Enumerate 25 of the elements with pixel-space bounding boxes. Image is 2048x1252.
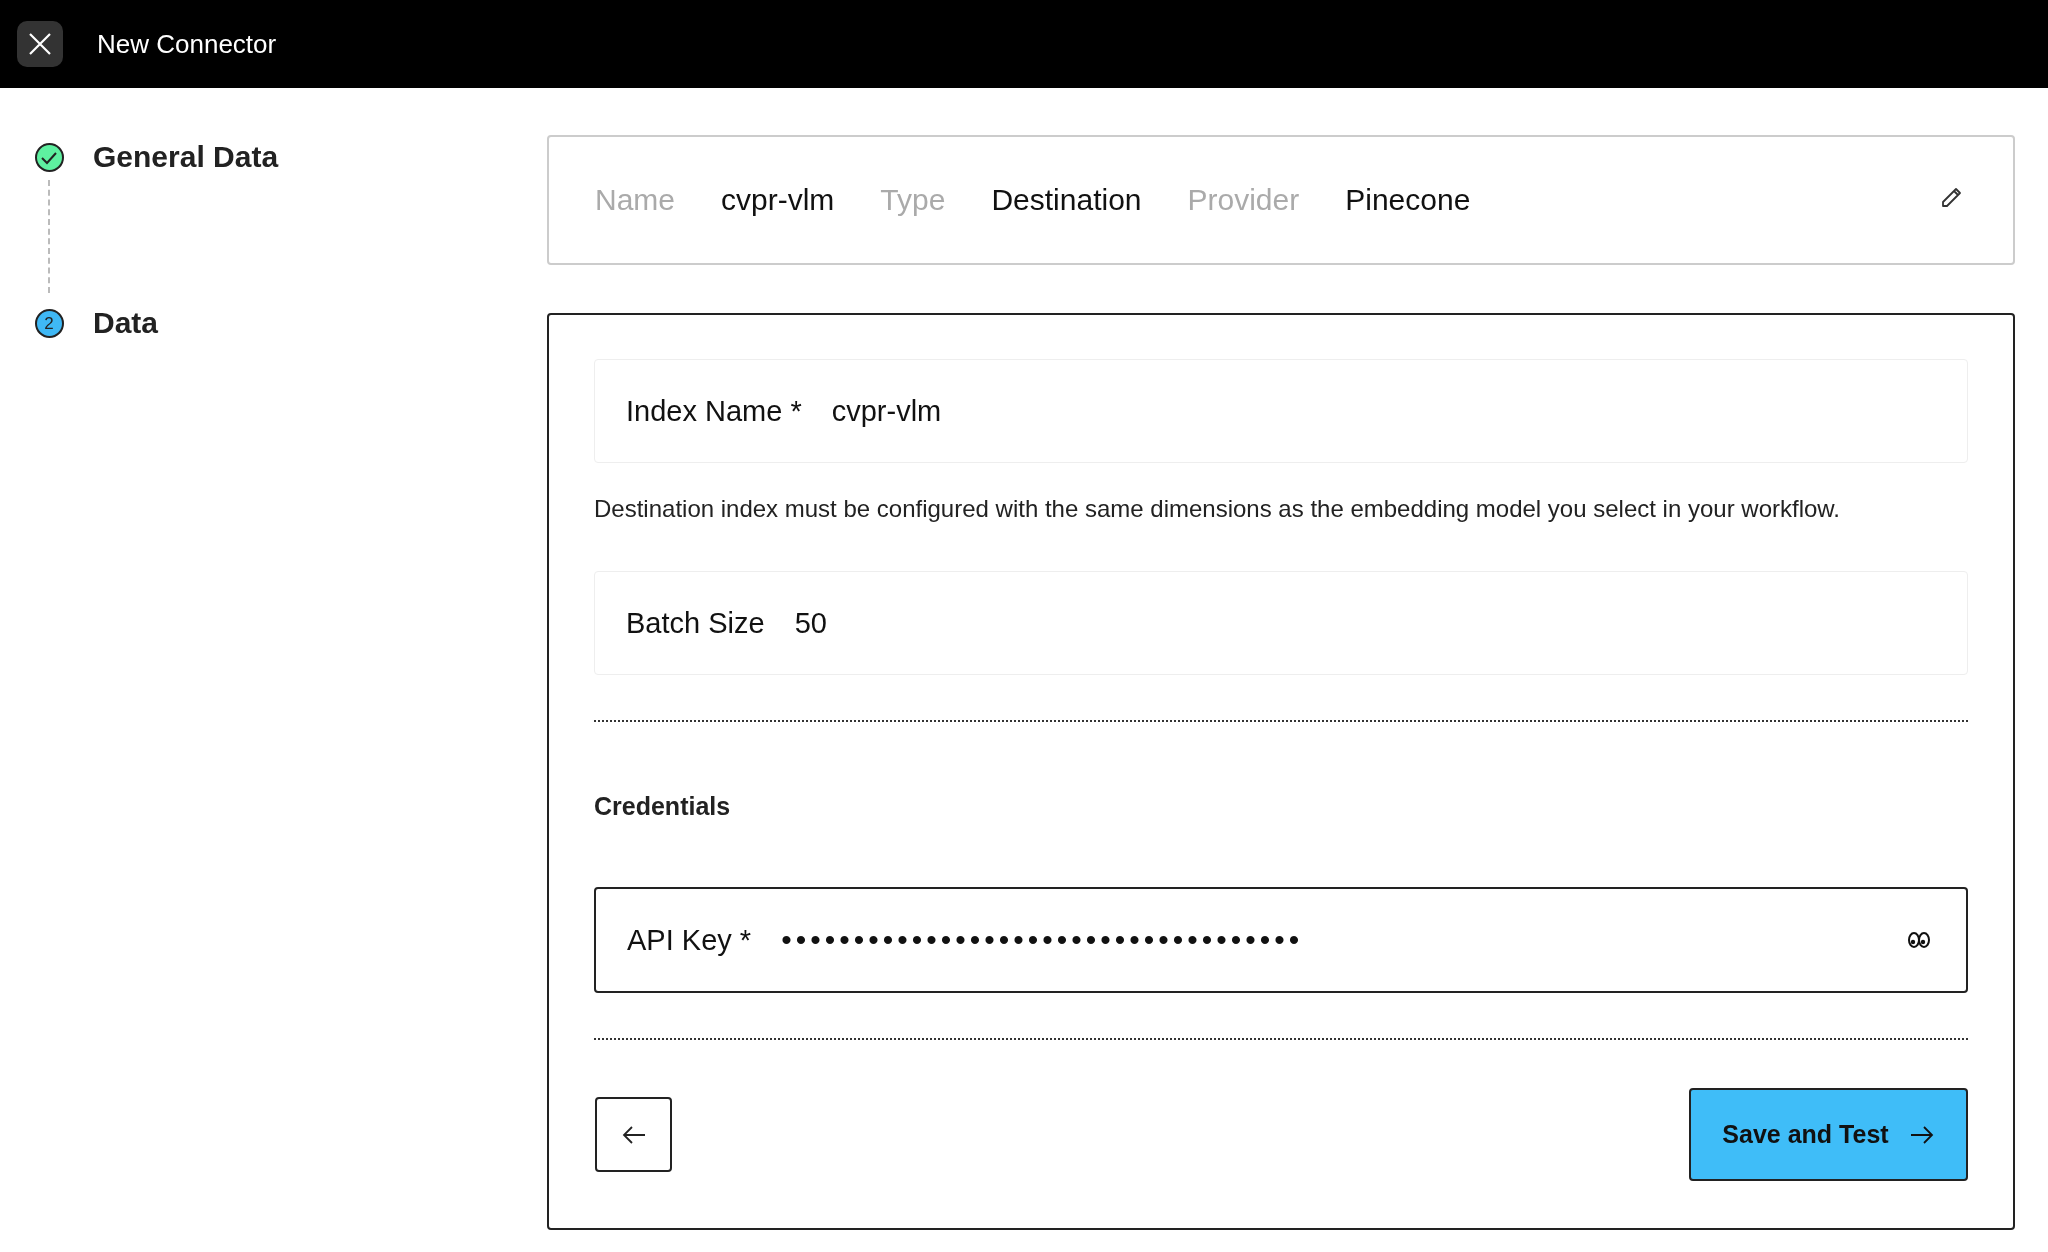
summary-label: Provider [1187,183,1300,217]
help-text: Destination index must be configured with the same dimensions as the embedding model you select in your workflow. [594,495,1841,523]
summary-value: Pinecone [1345,183,1471,217]
summary-label: Type [880,183,946,217]
back-button[interactable] [595,1097,672,1172]
section-heading: Credentials [594,792,732,821]
eyes-icon[interactable] [1907,930,1931,950]
summary-value: cvpr-vlm [721,183,835,217]
window-title: New Connector [97,28,277,60]
field-label: API Key * [627,923,752,957]
summary-label: Name [595,183,676,217]
step-number: 2 [34,309,64,338]
summary-value: Destination [991,183,1142,217]
password-field[interactable]: API Key * •••••••••••••••••••••••••••••••••••• [594,887,1968,993]
field-label: Index Name * [626,394,802,428]
step-label[interactable]: Data [93,301,159,345]
input-field[interactable]: Index Name * cvpr-vlm [594,359,1968,463]
input-field[interactable]: Batch Size 50 [594,571,1968,675]
close-icon [27,31,53,57]
arrow-left-icon [620,1124,647,1145]
close-button[interactable] [17,21,63,67]
arrow-right-icon [1908,1124,1935,1145]
save-and-test-button[interactable]: Save and Test [1689,1088,1968,1181]
step-label[interactable]: General Data [93,135,279,179]
field-label: Batch Size [626,606,765,640]
